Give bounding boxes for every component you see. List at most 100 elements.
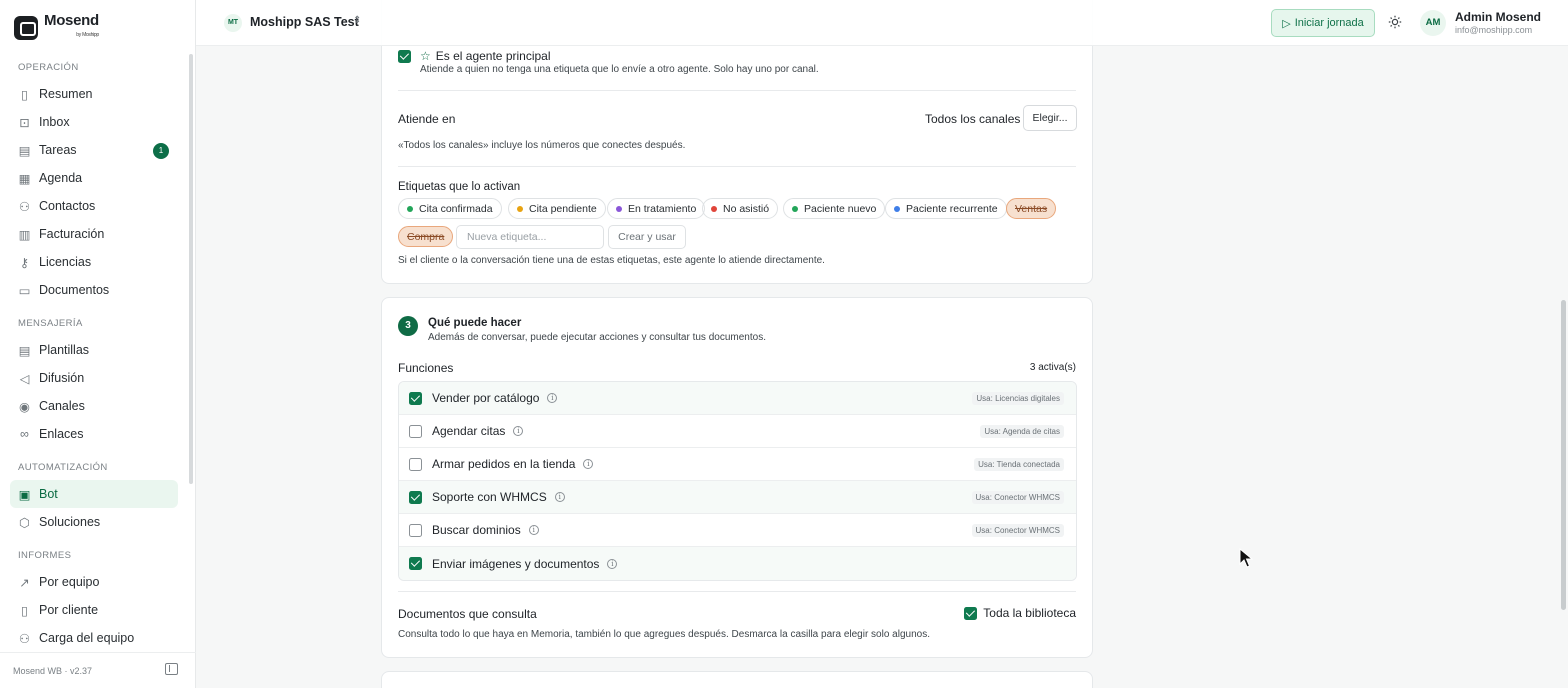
sidebar-item-difusión[interactable]: ◁ Difusión: [10, 364, 178, 392]
org-switcher[interactable]: Moshipp SAS Test: [250, 15, 359, 29]
user-email: info@moshipp.com: [1455, 25, 1533, 35]
tag-chip[interactable]: En tratamiento: [607, 198, 706, 219]
receipt-icon: ▥: [18, 227, 31, 242]
sidebar-item-contactos[interactable]: ⚇ Contactos: [10, 192, 178, 220]
sidebar-item-inbox[interactable]: ⊡ Inbox: [10, 108, 178, 136]
whole-library-checkbox[interactable]: [964, 606, 978, 620]
info-icon[interactable]: i: [554, 492, 565, 502]
divider: [398, 591, 1076, 592]
sidebar-item-resumen[interactable]: ▯ Resumen: [10, 80, 178, 108]
sidebar-item-label: Plantillas: [39, 343, 90, 357]
user-avatar[interactable]: AM: [1420, 10, 1446, 36]
sidebar-item-por-cliente[interactable]: ▯ Por cliente: [10, 596, 178, 624]
function-row[interactable]: Agendar citas i Usa: Agenda de citas: [399, 415, 1076, 448]
tag-chip[interactable]: Cita pendiente: [508, 198, 606, 219]
sidebar-item-label: Contactos: [39, 199, 96, 213]
tag-color-dot: [792, 205, 798, 212]
tag-label: Paciente nuevo: [804, 202, 877, 215]
sidebar-item-label: Inbox: [39, 115, 70, 129]
capabilities-card: 3 Qué puede hacer Además de conversar, p…: [381, 297, 1093, 658]
brand-name: Mosend: [44, 12, 99, 29]
sidebar-item-por-equipo[interactable]: ↗ Por equipo: [10, 568, 178, 596]
function-checkbox[interactable]: [409, 557, 422, 570]
sun-icon[interactable]: [1388, 15, 1402, 29]
info-icon[interactable]: i: [528, 525, 539, 535]
tag-label: En tratamiento: [628, 202, 697, 215]
bar-chart-icon: ▯: [21, 87, 28, 102]
next-section-card: [381, 671, 1093, 688]
function-row[interactable]: Armar pedidos en la tienda i Usa: Tienda c…: [399, 448, 1076, 481]
choose-channels-button[interactable]: Elegir...: [1023, 105, 1077, 131]
divider: [398, 90, 1076, 91]
function-row[interactable]: Buscar dominios i Usa: Conector WHMCS: [399, 514, 1076, 547]
create-tag-button[interactable]: Crear y usar: [608, 225, 686, 249]
function-checkbox[interactable]: [409, 424, 422, 438]
main-scrollbar[interactable]: [1561, 300, 1566, 610]
sidebar-item-soluciones[interactable]: ⬡ Soluciones: [10, 508, 178, 536]
sidebar-item-carga-del-equipo[interactable]: ⚇ Carga del equipo: [10, 624, 178, 648]
function-checkbox[interactable]: [409, 457, 422, 471]
tag-chip[interactable]: Cita confirmada: [398, 198, 502, 219]
mouse-cursor-icon: [1239, 548, 1253, 568]
tag-chip[interactable]: Paciente recurrente: [885, 198, 1007, 219]
brand-logo[interactable]: Mosend by Moshipp: [14, 12, 99, 42]
main-agent-help: Atiende a quien no tenga una etiqueta qu…: [420, 64, 819, 75]
sidebar-item-label: Facturación: [39, 227, 105, 241]
tag-color-dot: [407, 205, 413, 212]
org-avatar[interactable]: MT: [224, 14, 242, 32]
tag-chip[interactable]: Compra: [398, 226, 454, 247]
functions-list: Vender por catálogo i Usa: Licencias digit…: [398, 381, 1077, 581]
whole-library-label: Toda la biblioteca: [983, 606, 1076, 620]
users-icon: ⚇: [18, 199, 31, 214]
whole-library-toggle[interactable]: Toda la biblioteca: [964, 606, 1076, 620]
functions-title: Funciones: [398, 361, 454, 375]
tag-label: Paciente recurrente: [906, 202, 998, 215]
sidebar-item-label: Resumen: [39, 87, 93, 101]
sidebar-item-bot[interactable]: ▣ Bot: [10, 480, 178, 508]
function-row[interactable]: Vender por catálogo i Usa: Licencias digit…: [399, 382, 1076, 415]
sidebar-item-canales[interactable]: ◉ Canales: [10, 392, 178, 420]
sidebar-item-licencias[interactable]: ⚷ Licencias: [10, 248, 178, 276]
main-agent-checkbox[interactable]: [398, 49, 411, 63]
attends-in-help: «Todos los canales» incluye los números …: [398, 140, 686, 151]
info-icon[interactable]: i: [513, 426, 524, 436]
sidebar-scrollbar[interactable]: [189, 54, 193, 484]
info-icon[interactable]: i: [547, 393, 558, 403]
calendar-icon: ▦: [18, 171, 31, 186]
sidebar-item-label: Enlaces: [39, 427, 84, 441]
tags-title: Etiquetas que lo activan: [398, 181, 521, 193]
sidebar-item-label: Bot: [39, 487, 58, 501]
start-shift-button[interactable]: ▷ Iniciar jornada: [1271, 9, 1375, 37]
function-checkbox[interactable]: [409, 523, 422, 537]
chevron-up-down-icon[interactable]: ⇕: [353, 15, 361, 26]
tag-chip[interactable]: Ventas: [1006, 198, 1057, 219]
docs-title: Documentos que consulta: [398, 607, 537, 621]
tag-chip[interactable]: No asistió: [702, 198, 779, 219]
info-icon[interactable]: i: [607, 558, 618, 569]
sidebar-item-agenda[interactable]: ▦ Agenda: [10, 164, 178, 192]
tag-label: Cita pendiente: [529, 202, 597, 215]
sidebar-item-label: Por equipo: [39, 575, 100, 589]
uses-tag: Usa: Conector WHMCS: [971, 491, 1064, 504]
sidebar-item-tareas[interactable]: ▤ Tareas 1: [10, 136, 178, 164]
function-row[interactable]: Soporte con WHMCS i Usa: Conector WHMCS: [399, 481, 1076, 514]
sidebar-item-plantillas[interactable]: ▤ Plantillas: [10, 336, 178, 364]
topbar: MT Moshipp SAS Test ⇕ ▷ Iniciar jornada …: [196, 0, 1568, 46]
tag-chip[interactable]: Paciente nuevo: [783, 198, 886, 219]
info-icon[interactable]: i: [583, 459, 594, 469]
function-row[interactable]: Enviar imágenes y documentos i: [399, 547, 1076, 580]
function-checkbox[interactable]: [409, 490, 422, 504]
clipboard-icon: ▤: [18, 143, 31, 158]
main-agent-row: ☆ Es el agente principal: [398, 49, 551, 63]
section-subtitle: Además de conversar, puede ejecutar acci…: [428, 332, 766, 343]
sidebar-item-documentos[interactable]: ▭ Documentos: [10, 276, 178, 304]
functions-count: 3 activa(s): [1029, 362, 1076, 373]
new-tag-input[interactable]: Nueva etiqueta...: [456, 225, 604, 249]
sidebar-item-enlaces[interactable]: ∞ Enlaces: [10, 420, 178, 448]
function-label: Vender por catálogo: [432, 391, 540, 405]
sidebar-item-facturación[interactable]: ▥ Facturación: [10, 220, 178, 248]
docs-help: Consulta todo lo que haya en Memoria, ta…: [398, 629, 930, 640]
function-checkbox[interactable]: [409, 391, 422, 405]
collapse-sidebar-icon[interactable]: [165, 663, 178, 675]
star-icon: ☆: [420, 49, 431, 63]
